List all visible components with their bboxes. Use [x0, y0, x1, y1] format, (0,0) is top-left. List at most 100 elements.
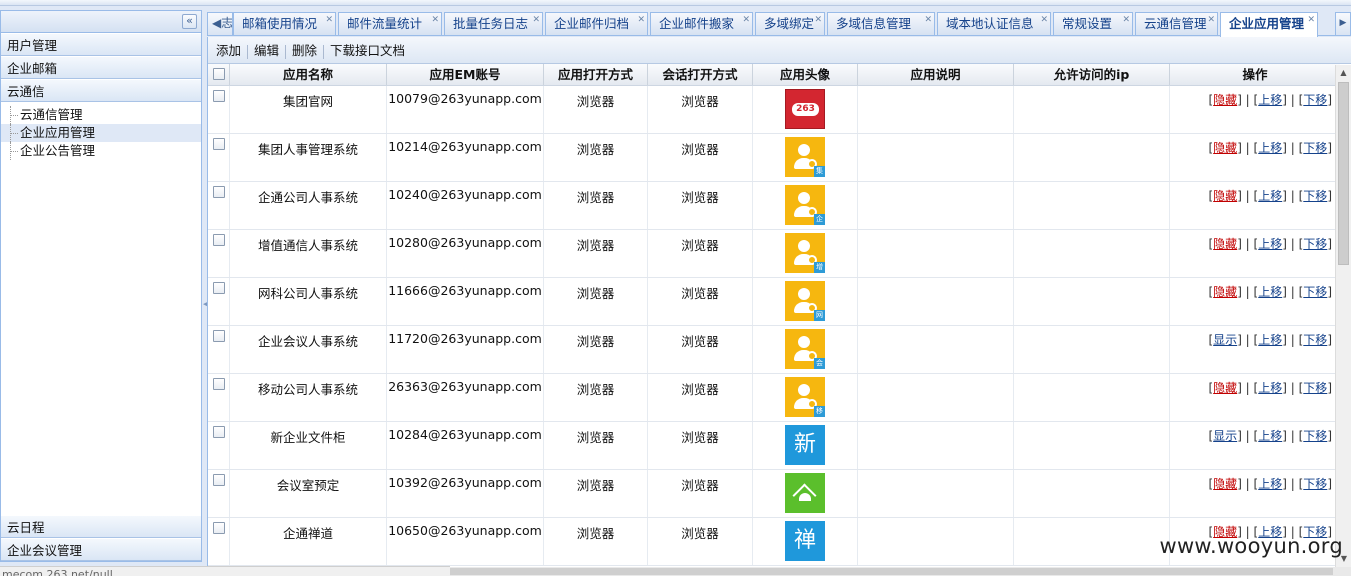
- table-row[interactable]: 新企业文件柜 10284@263yunapp.com 浏览器 浏览器新 [显示] | […: [208, 422, 1340, 470]
- move-up-link[interactable]: 上移: [1258, 93, 1282, 107]
- move-up-link[interactable]: 上移: [1258, 141, 1282, 155]
- close-icon[interactable]: ✕: [1122, 13, 1130, 31]
- delete-button[interactable]: 删除: [286, 37, 323, 64]
- row-checkbox[interactable]: [212, 474, 225, 486]
- move-down-link[interactable]: 下移: [1303, 429, 1327, 443]
- column-header[interactable]: 应用打开方式: [544, 64, 648, 85]
- sidebar-section-1[interactable]: 企业邮箱: [1, 56, 201, 79]
- tab-7[interactable]: 域本地认证信息 ✕: [937, 12, 1051, 35]
- row-checkbox[interactable]: [212, 234, 225, 246]
- toggle-visibility-link[interactable]: 隐藏: [1213, 93, 1237, 107]
- toggle-visibility-link[interactable]: 隐藏: [1213, 237, 1237, 251]
- tab-4[interactable]: 企业邮件搬家 ✕: [650, 12, 753, 35]
- sidebar-bottom-section-1[interactable]: 企业会议管理: [1, 538, 201, 561]
- tab-1[interactable]: 邮件流量统计 ✕: [338, 12, 442, 35]
- tab-3[interactable]: 企业邮件归档 ✕: [545, 12, 648, 35]
- tree-node-2[interactable]: 企业公告管理: [1, 142, 201, 160]
- row-checkbox[interactable]: [212, 426, 225, 438]
- bracket: ]: [1327, 333, 1332, 347]
- move-down-link[interactable]: 下移: [1303, 477, 1327, 491]
- close-icon[interactable]: ✕: [1207, 13, 1215, 31]
- move-down-link[interactable]: 下移: [1303, 141, 1327, 155]
- column-header[interactable]: 应用EM账号: [387, 64, 544, 85]
- column-header[interactable]: 应用头像: [753, 64, 858, 85]
- move-down-link[interactable]: 下移: [1303, 237, 1327, 251]
- toggle-visibility-link[interactable]: 显示: [1213, 333, 1237, 347]
- app-avatar-cell: 集: [753, 134, 858, 181]
- tab-10[interactable]: 企业应用管理 ✕: [1220, 12, 1318, 37]
- tab-5[interactable]: 多域绑定 ✕: [755, 12, 825, 35]
- move-up-link[interactable]: 上移: [1258, 237, 1282, 251]
- close-icon[interactable]: ✕: [1040, 13, 1048, 31]
- move-up-link[interactable]: 上移: [1258, 381, 1282, 395]
- table-row[interactable]: 企通公司人事系统 10240@263yunapp.com 浏览器 浏览器企 [隐藏] |…: [208, 182, 1340, 230]
- close-icon[interactable]: ✕: [924, 13, 932, 31]
- tree-node-1[interactable]: 企业应用管理: [1, 124, 201, 142]
- move-down-link[interactable]: 下移: [1303, 189, 1327, 203]
- column-header[interactable]: 应用说明: [858, 64, 1014, 85]
- row-checkbox[interactable]: [212, 330, 225, 342]
- select-all-checkbox[interactable]: [212, 68, 225, 80]
- double-chevron-left-icon[interactable]: «: [182, 14, 197, 29]
- close-icon[interactable]: ✕: [431, 13, 439, 31]
- separator: ] | [: [1282, 141, 1304, 155]
- tree-node-0[interactable]: 云通信管理: [1, 106, 201, 124]
- close-icon[interactable]: ✕: [325, 13, 333, 31]
- table-row[interactable]: 集团人事管理系统 10214@263yunapp.com 浏览器 浏览器集 [隐藏] |…: [208, 134, 1340, 182]
- column-header[interactable]: 允许访问的ip: [1014, 64, 1170, 85]
- tab-0[interactable]: 邮箱使用情况 ✕: [233, 12, 336, 35]
- add-button[interactable]: 添加: [210, 37, 247, 64]
- table-row[interactable]: 网科公司人事系统 11666@263yunapp.com 浏览器 浏览器网 [隐藏] |…: [208, 278, 1340, 326]
- move-up-link[interactable]: 上移: [1258, 333, 1282, 347]
- toggle-visibility-link[interactable]: 隐藏: [1213, 141, 1237, 155]
- move-up-link[interactable]: 上移: [1258, 285, 1282, 299]
- table-row[interactable]: 会议室预定 10392@263yunapp.com 浏览器 浏览器 [隐藏] | [上移…: [208, 470, 1340, 518]
- tab-2[interactable]: 批量任务日志 ✕: [444, 12, 543, 35]
- edit-button[interactable]: 编辑: [248, 37, 285, 64]
- vertical-scrollbar[interactable]: ▲ ▼: [1335, 65, 1351, 567]
- sidebar-section-2[interactable]: 云通信: [1, 79, 201, 102]
- row-checkbox[interactable]: [212, 186, 225, 198]
- tab-scroll-right[interactable]: ▶: [1335, 12, 1351, 35]
- tab-8[interactable]: 常规设置 ✕: [1053, 12, 1133, 35]
- table-row[interactable]: 集团官网 10079@263yunapp.com 浏览器 浏览器 263 [隐藏] | […: [208, 86, 1340, 134]
- sidebar-section-0[interactable]: 用户管理: [1, 33, 201, 56]
- toggle-visibility-link[interactable]: 隐藏: [1213, 381, 1237, 395]
- row-checkbox[interactable]: [212, 90, 225, 102]
- row-checkbox[interactable]: [212, 522, 225, 534]
- move-up-link[interactable]: 上移: [1258, 477, 1282, 491]
- toggle-visibility-link[interactable]: 显示: [1213, 429, 1237, 443]
- toggle-visibility-link[interactable]: 隐藏: [1213, 189, 1237, 203]
- table-row[interactable]: 移动公司人事系统 26363@263yunapp.com 浏览器 浏览器移 [隐藏] |…: [208, 374, 1340, 422]
- table-row[interactable]: 增值通信人事系统 10280@263yunapp.com 浏览器 浏览器增 [隐藏] |…: [208, 230, 1340, 278]
- tab-9[interactable]: 云通信管理 ✕: [1135, 12, 1218, 35]
- scroll-up-icon[interactable]: ▲: [1336, 65, 1351, 81]
- move-up-link[interactable]: 上移: [1258, 189, 1282, 203]
- column-header[interactable]: 应用名称: [230, 64, 387, 85]
- toggle-visibility-link[interactable]: 隐藏: [1213, 477, 1237, 491]
- app-avatar-icon: 会: [785, 329, 825, 369]
- move-down-link[interactable]: 下移: [1303, 285, 1327, 299]
- close-icon[interactable]: ✕: [814, 13, 822, 31]
- sidebar-bottom-section-0[interactable]: 云日程: [1, 515, 201, 538]
- scroll-thumb[interactable]: [1338, 82, 1349, 265]
- tab-scroll-left[interactable]: ◀志: [207, 12, 233, 35]
- close-icon[interactable]: ✕: [637, 13, 645, 31]
- close-icon[interactable]: ✕: [1307, 13, 1315, 31]
- row-checkbox[interactable]: [212, 282, 225, 294]
- download-doc-button[interactable]: 下载接口文档: [324, 37, 411, 64]
- move-down-link[interactable]: 下移: [1303, 93, 1327, 107]
- move-down-link[interactable]: 下移: [1303, 333, 1327, 347]
- close-icon[interactable]: ✕: [532, 13, 540, 31]
- move-up-link[interactable]: 上移: [1258, 429, 1282, 443]
- move-down-link[interactable]: 下移: [1303, 381, 1327, 395]
- row-checkbox[interactable]: [212, 138, 225, 150]
- tab-6[interactable]: 多域信息管理 ✕: [827, 12, 935, 35]
- close-icon[interactable]: ✕: [742, 13, 750, 31]
- toggle-visibility-link[interactable]: 隐藏: [1213, 285, 1237, 299]
- column-header[interactable]: 操作: [1170, 64, 1340, 85]
- row-checkbox[interactable]: [212, 378, 225, 390]
- table-row[interactable]: 企业会议人事系统 11720@263yunapp.com 浏览器 浏览器会 [显示] |…: [208, 326, 1340, 374]
- app-name-cell: 企业会议人事系统: [230, 326, 387, 373]
- column-header[interactable]: 会话打开方式: [648, 64, 753, 85]
